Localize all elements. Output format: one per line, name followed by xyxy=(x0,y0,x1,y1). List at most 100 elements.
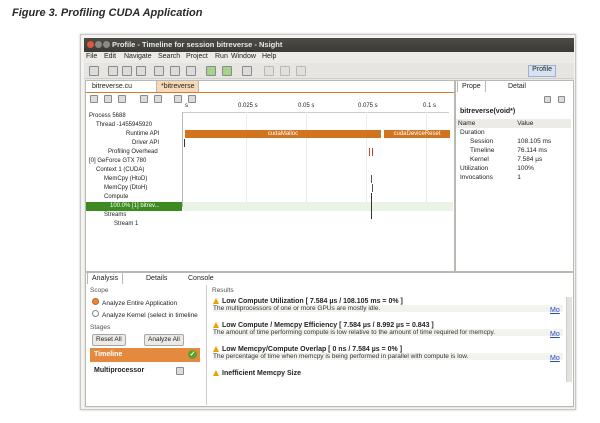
stage-multiprocessor[interactable]: Multiprocessor xyxy=(90,364,200,378)
result-item[interactable]: Inefficient Memcpy Size xyxy=(213,370,563,377)
header-value: Value xyxy=(517,120,534,127)
menu-search[interactable]: Search xyxy=(158,53,180,60)
properties-pane: Prope Detail bitreverse(void*) Name Value… xyxy=(455,80,574,272)
build-icon[interactable] xyxy=(154,66,164,76)
tree-row-driver-api[interactable]: Driver API xyxy=(132,139,182,148)
header-name: Name xyxy=(458,120,476,127)
minimize-icon[interactable] xyxy=(95,41,102,48)
warning-icon xyxy=(213,298,219,304)
result-item[interactable]: Low Compute Utilization [ 7.584 µs / 108… xyxy=(213,298,563,312)
menu-navigate[interactable]: Navigate xyxy=(124,53,152,60)
result-item[interactable]: Low Compute / Memcpy Efficiency [ 7.584 … xyxy=(213,322,563,336)
results-label: Results xyxy=(212,287,234,294)
menu-file[interactable]: File xyxy=(86,53,97,60)
memcpy-dtoh-mark xyxy=(372,184,373,192)
prop-name: Timeline xyxy=(470,147,495,154)
prop-name: Duration xyxy=(460,129,485,136)
warning-icon xyxy=(213,370,219,376)
more-link[interactable]: Mo xyxy=(550,331,560,338)
tree-row-memcpy-dtoh[interactable]: MemCpy (DtoH) xyxy=(104,184,182,193)
prop-value: 7.584 µs xyxy=(517,156,543,163)
perspective-profile-button[interactable]: Profile xyxy=(528,65,556,77)
radio-icon[interactable] xyxy=(92,310,99,317)
tree-row-device[interactable]: [0] GeForce GTX 780 xyxy=(89,157,181,166)
result-title: Low Memcpy/Compute Overlap [ 0 ns / 7.58… xyxy=(222,346,403,353)
kernel-mark[interactable] xyxy=(371,193,372,219)
driver-api-mark xyxy=(184,139,185,147)
results-scrollbar[interactable] xyxy=(566,297,572,382)
bar-cuda-malloc[interactable]: cudaMalloc xyxy=(185,130,381,138)
new-icon[interactable] xyxy=(89,66,99,76)
prop-value: 1 xyxy=(517,174,521,181)
scope-kernel-option[interactable]: Analyze Kernel (select in timeline xyxy=(92,310,212,319)
tree-icon[interactable] xyxy=(188,95,196,103)
tree-row-kernel-selected[interactable]: 100.0% [1] bitrev... xyxy=(86,202,182,211)
tree-row-thread[interactable]: Thread -1455945920 xyxy=(96,121,182,130)
print-icon[interactable] xyxy=(122,66,132,76)
menu-edit[interactable]: Edit xyxy=(104,53,116,60)
timeline-pane: bitreverse.cu *bitreverse s 0.025 s 0.05… xyxy=(85,80,455,272)
tree-row-memcpy-htod[interactable]: MemCpy (HtoD) xyxy=(104,175,182,184)
tab-analysis[interactable]: Analysis xyxy=(87,272,124,284)
result-title: Low Compute / Memcpy Efficiency [ 7.584 … xyxy=(222,322,434,329)
tree-row-profiling-overhead[interactable]: Profiling Overhead xyxy=(108,148,182,157)
result-item[interactable]: Low Memcpy/Compute Overlap [ 0 ns / 7.58… xyxy=(213,346,563,360)
scope-entire-app-option[interactable]: Analyze Entire Application xyxy=(92,298,210,307)
menu-help[interactable]: Help xyxy=(262,53,276,60)
tree-row-stream-1[interactable]: Stream 1 xyxy=(114,220,182,229)
tab-details-bottom[interactable]: Details xyxy=(142,273,171,284)
tree-row-compute[interactable]: Compute xyxy=(104,193,182,202)
arrow-icon[interactable] xyxy=(140,95,148,103)
tree-row-context[interactable]: Context 1 (CUDA) xyxy=(96,166,182,175)
tab-bitreverse[interactable]: *bitreverse xyxy=(156,80,200,92)
properties-table: Name Value Duration Session 108.105 ms Tim… xyxy=(456,119,571,182)
split-icon[interactable] xyxy=(174,95,182,103)
tree-row-streams[interactable]: Streams xyxy=(104,211,182,220)
kernel-row-highlight xyxy=(183,202,453,211)
save-icon[interactable] xyxy=(108,66,118,76)
menu-window[interactable]: Window xyxy=(231,53,256,60)
check-icon: ✓ xyxy=(188,350,197,359)
stage-timeline[interactable]: Timeline ✓ xyxy=(90,348,200,362)
menu-project[interactable]: Project xyxy=(186,53,208,60)
view-menu-icon[interactable] xyxy=(558,96,565,103)
open-icon[interactable] xyxy=(136,66,146,76)
radio-selected-icon[interactable] xyxy=(92,298,99,305)
zoom-fit-icon[interactable] xyxy=(118,95,126,103)
more-link[interactable]: Mo xyxy=(550,355,560,362)
result-title: Low Compute Utilization [ 7.584 µs / 108… xyxy=(222,298,403,305)
menu-run[interactable]: Run xyxy=(215,53,228,60)
prop-value: 100% xyxy=(517,165,534,172)
close-icon[interactable] xyxy=(87,41,94,48)
memcpy-htod-mark xyxy=(371,175,372,183)
chart-icon[interactable] xyxy=(176,367,184,375)
filter-icon[interactable] xyxy=(154,95,162,103)
overhead-mark xyxy=(369,148,370,156)
run-icon[interactable] xyxy=(222,66,232,76)
more-link[interactable]: Mo xyxy=(550,307,560,314)
analyze-all-button[interactable]: Analyze All xyxy=(144,334,184,346)
tool-icon[interactable] xyxy=(186,66,196,76)
forward-icon[interactable] xyxy=(296,66,306,76)
result-desc: The percentage of time when memcpy is be… xyxy=(213,353,563,360)
prop-value: 76.114 ms xyxy=(517,147,548,154)
zoom-out-icon[interactable] xyxy=(104,95,112,103)
nav-icon[interactable] xyxy=(264,66,274,76)
scope-label: Scope xyxy=(90,287,109,294)
maximize-icon[interactable] xyxy=(103,41,110,48)
search-icon[interactable] xyxy=(242,66,252,76)
analysis-divider xyxy=(206,285,207,405)
settings-icon[interactable] xyxy=(170,66,180,76)
tab-details[interactable]: Detail xyxy=(504,81,530,92)
bar-cuda-device-reset[interactable]: cudaDeviceReset xyxy=(384,130,450,138)
nsight-window: Profile - Timeline for session bitrevers… xyxy=(84,38,574,408)
pin-icon[interactable] xyxy=(544,96,551,103)
tab-bitreverse-cu[interactable]: bitreverse.cu xyxy=(88,81,136,92)
zoom-in-icon[interactable] xyxy=(90,95,98,103)
back-icon[interactable] xyxy=(280,66,290,76)
tree-row-runtime-api[interactable]: Runtime API xyxy=(126,130,182,139)
tree-row-process[interactable]: Process 5688 xyxy=(89,112,181,121)
reset-all-button[interactable]: Reset All xyxy=(92,334,126,346)
tab-properties[interactable]: Prope xyxy=(457,80,486,92)
debug-icon[interactable] xyxy=(206,66,216,76)
